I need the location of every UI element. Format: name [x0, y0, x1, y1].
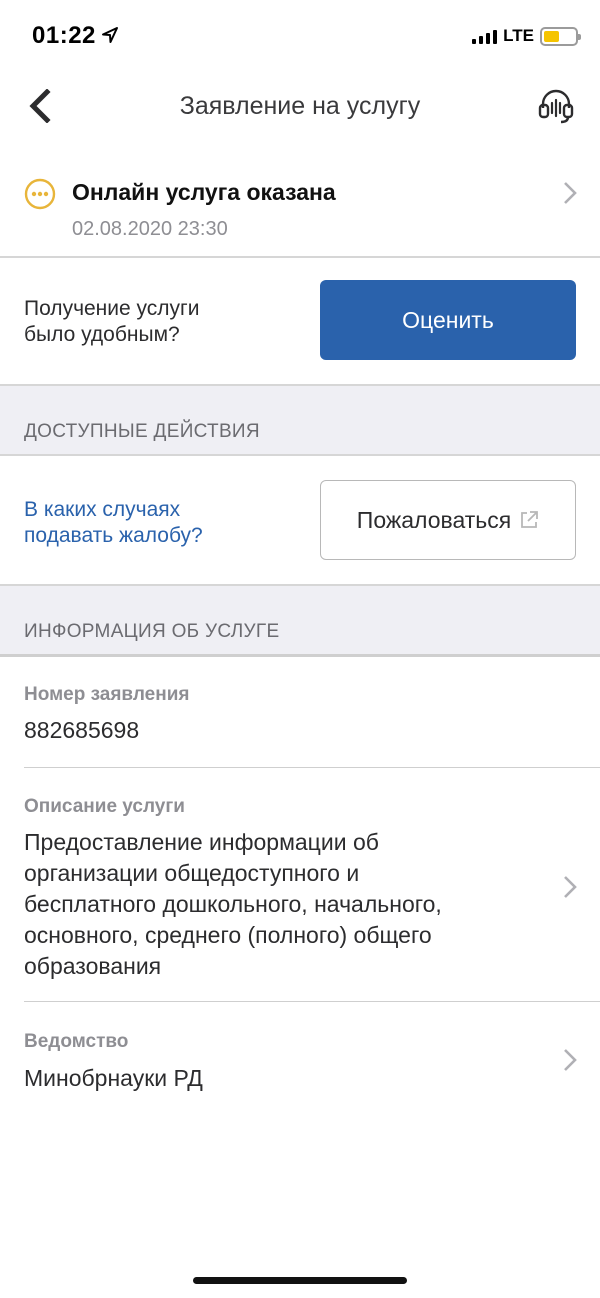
status-indicators: LTE: [472, 26, 581, 46]
chevron-right-icon: [564, 876, 577, 898]
status-time: 01:22: [32, 22, 96, 49]
divider: [0, 654, 600, 657]
complain-button[interactable]: Пожаловаться: [320, 480, 576, 560]
status-date: 02.08.2020 23:30: [72, 218, 228, 240]
section-header-info: ИНФОРМАЦИЯ ОБ УСЛУГЕ: [0, 586, 600, 654]
rate-button[interactable]: Оценить: [320, 280, 576, 360]
headset-icon: [538, 89, 574, 124]
support-button[interactable]: [534, 84, 578, 128]
signal-strength-icon: [472, 28, 498, 44]
complain-button-label: Пожаловаться: [356, 506, 512, 533]
field-label: Ведомство: [24, 1031, 129, 1052]
field-label: Описание услуги: [24, 796, 185, 817]
chevron-right-icon: [564, 1049, 577, 1071]
pending-dots-icon: [24, 178, 56, 210]
complaint-row: В каких случаях подавать жалобу? Пожалов…: [0, 456, 600, 584]
status-bar: 01:22 LTE: [0, 0, 600, 70]
battery-icon: [540, 26, 581, 46]
external-link-icon: [521, 511, 539, 528]
field-value: 882685698: [24, 717, 140, 743]
nav-bar: Заявление на услугу: [0, 70, 600, 142]
complaint-help-link[interactable]: В каких случаях подавать жалобу?: [24, 497, 203, 549]
field-department[interactable]: Ведомство Минобрнауки РД: [0, 1002, 600, 1112]
page-title: Заявление на услугу: [179, 92, 421, 120]
network-type: LTE: [503, 26, 534, 45]
status-title: Онлайн услуга оказана: [72, 179, 336, 205]
home-indicator: [193, 1277, 407, 1284]
section-title: ДОСТУПНЫЕ ДЕЙСТВИЯ: [24, 421, 260, 442]
service-status-row[interactable]: Онлайн услуга оказана 02.08.2020 23:30: [0, 160, 600, 256]
field-value: Минобрнауки РД: [24, 1065, 203, 1091]
field-service-description[interactable]: Описание услуги Предоставление информаци…: [0, 768, 600, 1001]
rating-question: Получение услуги было удобным?: [24, 297, 200, 346]
section-title: ИНФОРМАЦИЯ ОБ УСЛУГЕ: [24, 621, 280, 642]
chevron-right-icon: [564, 182, 577, 204]
location-arrow-icon: [102, 27, 118, 43]
field-value: Предоставление информации об организации…: [24, 829, 442, 979]
section-header-actions: ДОСТУПНЫЕ ДЕЙСТВИЯ: [0, 386, 600, 455]
field-label: Номер заявления: [24, 684, 190, 705]
rating-row: Получение услуги было удобным? Оценить: [0, 258, 600, 384]
